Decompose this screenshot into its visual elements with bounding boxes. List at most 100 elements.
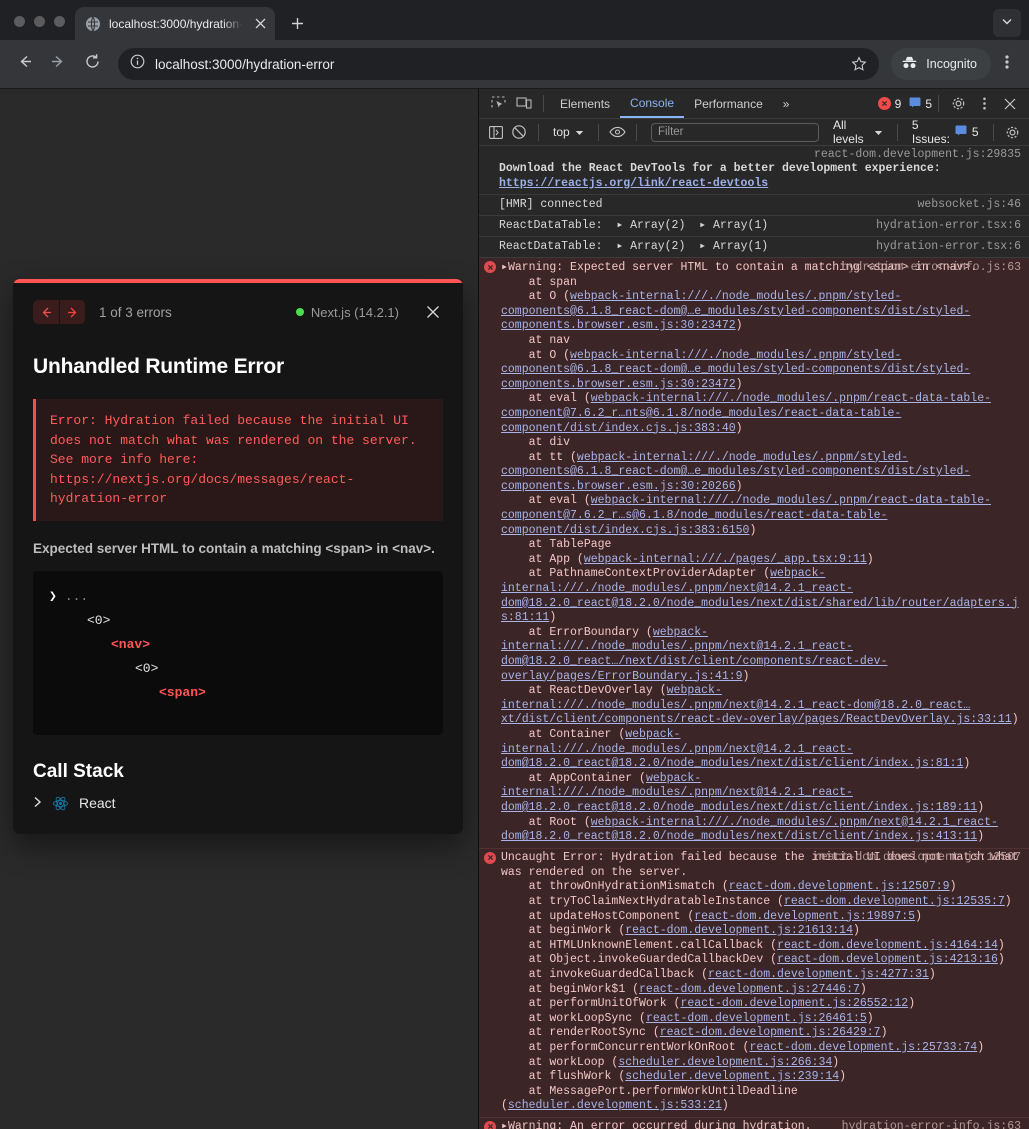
browser-tab[interactable]: localhost:3000/hydration-erro bbox=[75, 7, 275, 40]
console-source-link[interactable]: react-dom.development.js:4277:31 bbox=[708, 968, 929, 981]
code-line: <0> bbox=[49, 609, 427, 633]
divider bbox=[636, 123, 637, 141]
reload-icon bbox=[84, 53, 101, 75]
clear-console-icon[interactable] bbox=[509, 119, 531, 145]
overlay-next-error-button[interactable] bbox=[59, 300, 85, 324]
chevron-down-icon bbox=[575, 125, 584, 139]
console-source-link[interactable]: react-dom.development.js:26552:12 bbox=[680, 997, 908, 1010]
console-log-message[interactable]: Download the React DevTools for a better… bbox=[479, 146, 1029, 196]
console-message-source[interactable]: react-dom.development.js:12507 bbox=[814, 851, 1021, 866]
tab-console[interactable]: Console bbox=[620, 89, 685, 118]
browser-toolbar: localhost:3000/hydration-error Incognito bbox=[0, 40, 1029, 88]
console-source-link[interactable]: scheduler.development.js:266:34 bbox=[618, 1056, 832, 1069]
divider bbox=[543, 95, 544, 112]
back-button[interactable] bbox=[8, 48, 40, 80]
eye-icon[interactable] bbox=[607, 119, 629, 145]
divider bbox=[597, 123, 599, 141]
console-message-list[interactable]: Download the React DevTools for a better… bbox=[479, 146, 1029, 1129]
devtools-more-button[interactable] bbox=[971, 91, 997, 117]
console-filter-bar: top All levels bbox=[479, 118, 1029, 146]
console-filter-input[interactable] bbox=[650, 122, 819, 142]
back-arrow-icon bbox=[16, 53, 33, 75]
console-message-source[interactable]: react-dom.development.js:29835 bbox=[814, 148, 1021, 163]
call-stack-item-react[interactable]: React bbox=[33, 795, 443, 812]
console-source-link[interactable]: https://reactjs.org/link/react-devtools bbox=[499, 177, 768, 190]
window-maximize-button[interactable] bbox=[54, 16, 65, 27]
inspect-element-icon[interactable] bbox=[485, 91, 511, 117]
console-context-selector[interactable]: top bbox=[547, 125, 590, 139]
console-log-message[interactable]: ReactDataTable: ▸ Array(2) ▸ Array(1) hyd… bbox=[479, 216, 1029, 238]
sidebar-panel-icon[interactable] bbox=[485, 119, 507, 145]
info-circle-icon[interactable] bbox=[130, 54, 145, 74]
tab-strip: localhost:3000/hydration-erro bbox=[0, 0, 1029, 40]
console-source-link[interactable]: react-dom.development.js:12507:9 bbox=[729, 880, 950, 893]
react-logo-icon bbox=[52, 795, 69, 812]
chevron-right-icon[interactable]: ❯ bbox=[49, 589, 57, 604]
console-source-link[interactable]: react-dom.development.js:19897:5 bbox=[694, 910, 915, 923]
console-message-source[interactable]: hydration-error-info.js:63 bbox=[842, 261, 1021, 276]
console-source-link[interactable]: scheduler.development.js:533:21 bbox=[508, 1099, 722, 1112]
divider bbox=[992, 123, 994, 141]
star-icon[interactable] bbox=[845, 50, 873, 78]
issues-icon bbox=[909, 97, 921, 111]
console-error-message[interactable]: Uncaught Error: Hydration failed because… bbox=[479, 848, 1029, 1118]
gear-icon[interactable] bbox=[945, 91, 971, 117]
overlay-header: 1 of 3 errors Next.js (14.2.1) bbox=[33, 297, 443, 327]
error-badge-count: 9 bbox=[894, 96, 902, 111]
address-bar[interactable]: localhost:3000/hydration-error bbox=[118, 48, 880, 80]
code-text: <0> bbox=[135, 660, 159, 676]
console-error-message[interactable]: ▸Warning: An error occurred during hydra… bbox=[479, 1117, 1029, 1129]
console-context-label: top bbox=[553, 125, 570, 139]
divider bbox=[897, 123, 898, 141]
incognito-icon bbox=[901, 55, 918, 73]
console-source-link[interactable]: react-dom.development.js:21613:14 bbox=[625, 924, 853, 937]
nextjs-error-overlay: 1 of 3 errors Next.js (14.2.1) Unhandled… bbox=[13, 279, 463, 834]
tab-close-icon[interactable] bbox=[251, 15, 269, 33]
console-message-source[interactable]: websocket.js:46 bbox=[917, 198, 1021, 213]
console-message-source[interactable]: hydration-error.tsx:6 bbox=[876, 219, 1021, 234]
console-source-link[interactable]: scheduler.development.js:239:14 bbox=[625, 1070, 839, 1083]
issues-summary[interactable]: 5 Issues: 5 bbox=[906, 118, 985, 146]
more-tabs-button[interactable]: » bbox=[773, 89, 800, 118]
console-settings-gear-icon[interactable] bbox=[1001, 119, 1023, 145]
console-message-text: ▸ bbox=[501, 1120, 508, 1129]
incognito-indicator[interactable]: Incognito bbox=[891, 48, 991, 80]
tab-title: localhost:3000/hydration-erro bbox=[109, 16, 243, 31]
console-message-source[interactable]: hydration-error-info.js:63 bbox=[842, 1120, 1021, 1129]
console-source-link[interactable]: react-dom.development.js:27446:7 bbox=[639, 983, 860, 996]
tab-elements[interactable]: Elements bbox=[550, 89, 620, 118]
tab-performance[interactable]: Performance bbox=[684, 89, 773, 118]
tab-search-button[interactable] bbox=[993, 9, 1021, 37]
device-toolbar-icon[interactable] bbox=[511, 91, 537, 117]
chevron-right-icon[interactable] bbox=[33, 795, 42, 811]
console-source-link[interactable]: react-dom.development.js:26461:5 bbox=[646, 1012, 867, 1025]
console-log-message[interactable]: ReactDataTable: ▸ Array(2) ▸ Array(1) hyd… bbox=[479, 237, 1029, 259]
forward-arrow-icon bbox=[50, 53, 67, 75]
globe-icon bbox=[85, 16, 101, 32]
reload-button[interactable] bbox=[76, 48, 108, 80]
console-source-link[interactable]: react-dom.development.js:26429:7 bbox=[660, 1026, 881, 1039]
window-close-button[interactable] bbox=[14, 16, 25, 27]
log-level-selector[interactable]: All levels bbox=[827, 118, 889, 146]
code-text: <span> bbox=[159, 684, 206, 700]
console-message-text: [HMR] connected bbox=[499, 197, 603, 211]
console-source-link[interactable]: react-dom.development.js:12535:7 bbox=[784, 895, 1005, 908]
console-error-message[interactable]: ▸Warning: Expected server HTML to contai… bbox=[479, 258, 1029, 849]
console-source-link[interactable]: webpack-internal:///./pages/_app.tsx:9:1… bbox=[584, 553, 867, 566]
content-split: 1 of 3 errors Next.js (14.2.1) Unhandled… bbox=[0, 88, 1029, 1129]
new-tab-button[interactable] bbox=[283, 9, 311, 37]
overlay-prev-error-button[interactable] bbox=[33, 300, 59, 324]
window-minimize-button[interactable] bbox=[34, 16, 45, 27]
overlay-close-button[interactable] bbox=[423, 302, 443, 322]
console-source-link[interactable]: react-dom.development.js:25733:74 bbox=[749, 1041, 977, 1054]
error-badge[interactable]: 9 bbox=[877, 96, 902, 111]
console-log-message[interactable]: [HMR] connected websocket.js:46 bbox=[479, 195, 1029, 217]
error-circle-icon bbox=[484, 851, 496, 864]
browser-menu-button[interactable] bbox=[993, 48, 1021, 80]
console-source-link[interactable]: react-dom.development.js:4164:14 bbox=[777, 939, 998, 952]
console-message-source[interactable]: hydration-error.tsx:6 bbox=[876, 240, 1021, 255]
forward-button[interactable] bbox=[42, 48, 74, 80]
devtools-close-button[interactable] bbox=[997, 91, 1023, 117]
console-source-link[interactable]: react-dom.development.js:4213:16 bbox=[777, 953, 998, 966]
issues-badge[interactable]: 5 bbox=[909, 97, 932, 111]
